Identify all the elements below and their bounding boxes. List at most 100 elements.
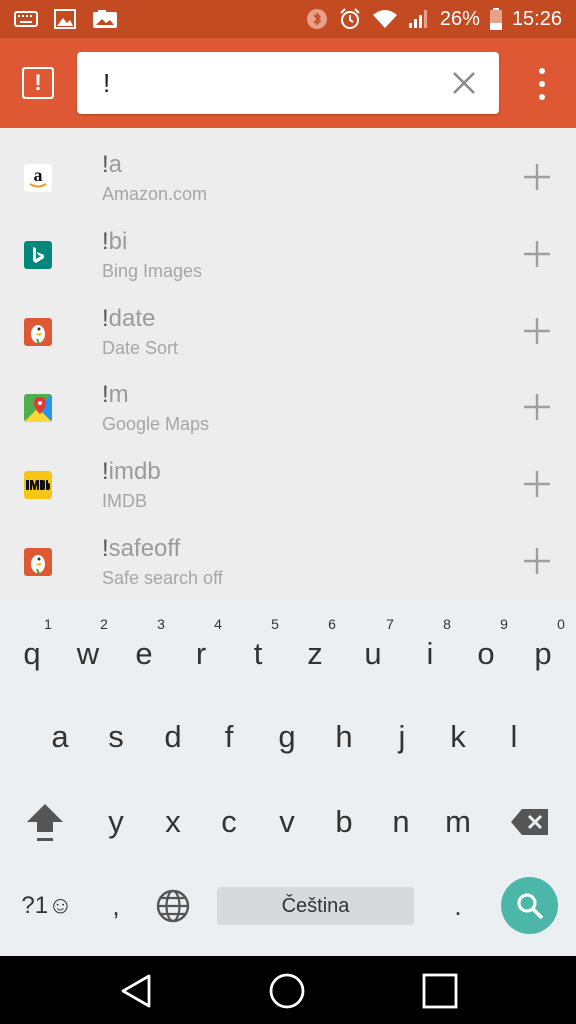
signal-icon <box>408 9 430 29</box>
key-c[interactable]: c <box>205 792 253 852</box>
key-hint: 1 <box>44 616 52 632</box>
bang-suggestion-list: a !a Amazon.com !bi Bing Images !date Da… <box>0 128 576 602</box>
key-g[interactable]: g <box>263 707 311 767</box>
google-maps-icon <box>24 394 52 423</box>
svg-text:a: a <box>34 165 43 185</box>
wifi-icon <box>372 9 398 29</box>
add-icon[interactable] <box>522 392 552 422</box>
add-icon[interactable] <box>522 162 552 192</box>
key-k[interactable]: k <box>434 707 482 767</box>
navigation-bar <box>0 956 576 1024</box>
key-hint: 7 <box>386 616 394 632</box>
bluetooth-icon <box>306 8 328 30</box>
amazon-icon: a <box>24 164 52 192</box>
key-hint: 0 <box>557 616 565 632</box>
key-hint: 8 <box>443 616 451 632</box>
key-i[interactable]: i <box>406 624 454 684</box>
key-period[interactable]: . <box>434 876 482 936</box>
key-m[interactable]: m <box>434 792 482 852</box>
add-icon[interactable] <box>522 546 552 576</box>
bing-icon <box>24 240 52 269</box>
close-icon <box>453 72 475 94</box>
list-item[interactable]: !date Date Sort <box>0 294 576 371</box>
key-v[interactable]: v <box>263 792 311 852</box>
key-hint: 3 <box>157 616 165 632</box>
home-icon[interactable] <box>268 972 306 1010</box>
key-y[interactable]: y <box>92 792 140 852</box>
key-d[interactable]: d <box>149 707 197 767</box>
key-q[interactable]: q <box>8 624 56 684</box>
key-e[interactable]: e <box>120 624 168 684</box>
bang-logo-icon: ! <box>22 67 54 99</box>
app-bar: ! <box>0 38 576 128</box>
key-hint: 2 <box>100 616 108 632</box>
key-comma[interactable]: , <box>92 876 140 936</box>
key-z[interactable]: z <box>291 624 339 684</box>
symbols-key[interactable]: ?1☺ <box>16 876 78 936</box>
duckduckgo-icon <box>24 547 52 576</box>
search-key[interactable] <box>501 877 558 934</box>
bang-shortcut: !bi <box>102 227 128 255</box>
bang-shortcut: !safeoff <box>102 534 181 562</box>
space-key[interactable]: Čeština <box>217 887 414 925</box>
key-l[interactable]: l <box>490 707 538 767</box>
bang-logo-glyph: ! <box>24 69 52 97</box>
key-r[interactable]: r <box>177 624 225 684</box>
clear-button[interactable] <box>449 68 479 98</box>
search-icon <box>516 892 543 919</box>
key-h[interactable]: h <box>320 707 368 767</box>
add-icon[interactable] <box>522 469 552 499</box>
key-o[interactable]: o <box>462 624 510 684</box>
bang-description: Google Maps <box>102 414 210 435</box>
duckduckgo-icon <box>24 317 52 346</box>
backspace-icon <box>511 809 548 835</box>
key-hint: 4 <box>214 616 222 632</box>
keyboard: q w e r t z u i o p 1 2 3 4 5 6 7 8 9 0 … <box>0 602 576 956</box>
bang-description: Date Sort <box>102 337 179 358</box>
overflow-menu-icon <box>539 68 545 74</box>
key-f[interactable]: f <box>205 707 253 767</box>
key-t[interactable]: t <box>234 624 282 684</box>
key-s[interactable]: s <box>92 707 140 767</box>
bang-description: IMDB <box>102 491 147 512</box>
keyboard-icon <box>14 11 38 27</box>
list-item[interactable]: !safeoff Safe search off <box>0 524 576 601</box>
add-icon[interactable] <box>522 316 552 346</box>
list-item[interactable]: !m Google Maps <box>0 370 576 447</box>
shift-icon <box>27 804 63 841</box>
back-icon[interactable] <box>117 972 155 1010</box>
shift-key[interactable] <box>21 792 69 852</box>
key-n[interactable]: n <box>377 792 425 852</box>
add-icon[interactable] <box>522 239 552 269</box>
bang-description: Amazon.com <box>102 184 208 204</box>
list-item[interactable]: !imdb IMDB <box>0 447 576 524</box>
key-j[interactable]: j <box>378 707 426 767</box>
battery-percent: 26% <box>439 7 480 30</box>
language-key[interactable] <box>149 876 197 936</box>
list-item[interactable]: a !a Amazon.com <box>0 140 576 217</box>
bang-shortcut: !m <box>102 381 129 409</box>
bang-description: Bing Images <box>102 260 203 281</box>
search-box[interactable] <box>77 52 499 114</box>
globe-icon <box>156 889 190 923</box>
battery-icon <box>489 8 502 30</box>
bang-shortcut: !date <box>102 304 156 332</box>
key-a[interactable]: a <box>36 707 84 767</box>
key-w[interactable]: w <box>64 624 112 684</box>
list-item[interactable]: !bi Bing Images <box>0 217 576 294</box>
key-hint: 9 <box>500 616 508 632</box>
alarm-icon <box>338 7 362 31</box>
backspace-key[interactable] <box>506 792 554 852</box>
bang-description: Safe search off <box>102 567 223 588</box>
key-hint: 5 <box>271 616 279 632</box>
overflow-menu-button[interactable] <box>532 68 552 100</box>
key-x[interactable]: x <box>149 792 197 852</box>
key-p[interactable]: p <box>519 624 567 684</box>
key-hint: 6 <box>328 616 336 632</box>
key-b[interactable]: b <box>320 792 368 852</box>
imdb-icon <box>24 471 52 500</box>
key-u[interactable]: u <box>349 624 397 684</box>
recents-icon[interactable] <box>421 972 459 1010</box>
search-input[interactable] <box>101 66 421 100</box>
clock: 15:26 <box>511 7 562 30</box>
